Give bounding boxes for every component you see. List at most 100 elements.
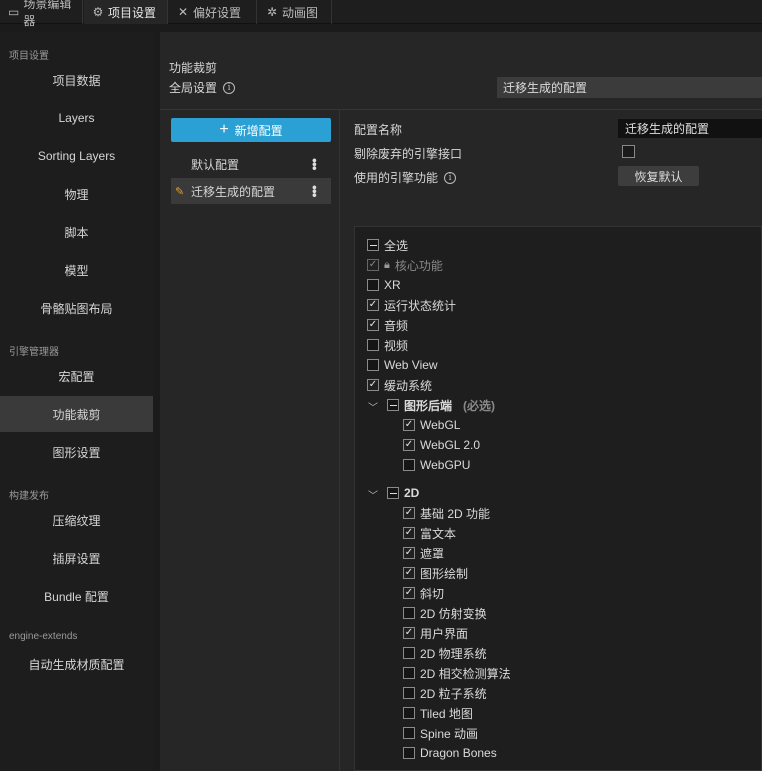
feature-physics-2d[interactable]: 2D 物理系统 bbox=[403, 645, 487, 661]
feature-particle-2d[interactable]: 2D 粒子系统 bbox=[403, 685, 487, 701]
feature-dragonbones[interactable]: Dragon Bones bbox=[403, 745, 497, 761]
global-config-select[interactable]: 迁移生成的配置 bbox=[497, 77, 762, 98]
checkbox-mixed[interactable] bbox=[387, 487, 399, 499]
required-tag: (必选) bbox=[463, 398, 496, 413]
chevron-down-icon[interactable]: ﹀ bbox=[368, 487, 378, 502]
checkbox-checked[interactable]: ✓ bbox=[367, 379, 379, 391]
checkbox[interactable] bbox=[403, 459, 415, 471]
sidebar-item-auto-material[interactable]: 自动生成材质配置 bbox=[0, 646, 153, 682]
feature-basic-2d[interactable]: ✓ 基础 2D 功能 bbox=[403, 505, 490, 521]
info-icon[interactable]: i bbox=[223, 81, 236, 94]
sidebar-item-texture-compress[interactable]: 压缩纹理 bbox=[0, 502, 153, 538]
sidebar-item-model[interactable]: 模型 bbox=[0, 252, 153, 288]
checkbox[interactable] bbox=[403, 647, 415, 659]
checkbox[interactable] bbox=[403, 707, 415, 719]
checkbox-checked[interactable]: ✓ bbox=[403, 547, 415, 559]
reset-default-button[interactable]: 恢复默认 bbox=[618, 166, 699, 186]
sidebar-item-macros[interactable]: 宏配置 bbox=[0, 358, 153, 394]
checkbox[interactable] bbox=[367, 359, 379, 371]
tab-bar: ▭ 场景编辑器 ⚙ 项目设置 ✕ 偏好设置 ✲ 动画图 bbox=[0, 0, 762, 28]
scene-editor-icon: ▭ bbox=[8, 5, 20, 19]
sidebar-item-splash[interactable]: 插屏设置 bbox=[0, 540, 153, 576]
more-vertical-icon[interactable]: ••• bbox=[307, 185, 323, 197]
info-icon[interactable]: i bbox=[444, 171, 457, 184]
feature-profiler[interactable]: ✓ 运行状态统计 bbox=[367, 297, 456, 313]
checkbox-checked[interactable]: ✓ bbox=[403, 587, 415, 599]
engine-features-text: 使用的引擎功能 bbox=[354, 171, 439, 185]
sidebar-item-project-data[interactable]: 项目数据 bbox=[0, 62, 153, 98]
tab-scene-editor[interactable]: ▭ 场景编辑器 bbox=[0, 0, 83, 28]
feature-video[interactable]: 视频 bbox=[367, 337, 408, 353]
feature-xr[interactable]: XR bbox=[367, 277, 401, 293]
feature-label: 用户界面 bbox=[420, 626, 469, 641]
sidebar-item-skeleton-layout[interactable]: 骨骼贴图布局 bbox=[0, 290, 153, 326]
feature-intersection-2d[interactable]: 2D 相交检测算法 bbox=[403, 665, 511, 681]
more-vertical-icon[interactable]: ••• bbox=[307, 158, 323, 170]
feature-richtext[interactable]: ✓ 富文本 bbox=[403, 525, 456, 541]
checkbox-checked[interactable]: ✓ bbox=[403, 627, 415, 639]
feature-tiled[interactable]: Tiled 地图 bbox=[403, 705, 473, 721]
feature-affine-2d[interactable]: 2D 仿射变换 bbox=[403, 605, 487, 621]
feature-audio[interactable]: ✓ 音频 bbox=[367, 317, 408, 333]
feature-label: WebGPU bbox=[420, 458, 471, 472]
chevron-down-icon[interactable]: ﹀ bbox=[368, 399, 378, 414]
checkbox[interactable] bbox=[403, 687, 415, 699]
feature-label: 基础 2D 功能 bbox=[420, 506, 491, 521]
feature-webgpu[interactable]: WebGPU bbox=[403, 457, 470, 473]
config-name-input[interactable]: 迁移生成的配置 bbox=[618, 119, 762, 138]
feature-spine[interactable]: Spine 动画 bbox=[403, 725, 478, 741]
checkbox-checked[interactable]: ✓ bbox=[367, 299, 379, 311]
config-item-default[interactable]: 默认配置 ••• bbox=[171, 151, 331, 177]
checkbox-checked[interactable]: ✓ bbox=[403, 507, 415, 519]
checkbox-checked[interactable]: ✓ bbox=[367, 319, 379, 331]
checkbox[interactable] bbox=[367, 339, 379, 351]
sidebar-item-graphics[interactable]: 图形设置 bbox=[0, 434, 153, 470]
deprecated-api-checkbox[interactable] bbox=[622, 145, 635, 158]
sidebar-item-feature-crop[interactable]: 功能裁剪 bbox=[0, 396, 153, 432]
feature-label: 2D 仿射变换 bbox=[420, 606, 487, 621]
sidebar-item-layers[interactable]: Layers bbox=[0, 100, 153, 136]
feature-webgl[interactable]: ✓ WebGL bbox=[403, 417, 460, 433]
tab-label: 偏好设置 bbox=[193, 5, 242, 20]
checkbox[interactable] bbox=[403, 607, 415, 619]
config-name-label: 配置名称 bbox=[354, 123, 403, 137]
sidebar-item-physics[interactable]: 物理 bbox=[0, 176, 153, 212]
feature-webview[interactable]: Web View bbox=[367, 357, 438, 373]
feature-label: 缓动系统 bbox=[384, 378, 433, 393]
config-list: + 新增配置 默认配置 ••• ✎ 迁移生成的配置 ••• bbox=[160, 110, 340, 771]
checkbox-checked[interactable]: ✓ bbox=[403, 419, 415, 431]
checkbox[interactable] bbox=[403, 667, 415, 679]
tab-preferences[interactable]: ✕ 偏好设置 bbox=[169, 0, 257, 24]
plus-icon: + bbox=[219, 121, 229, 138]
feature-webgl2[interactable]: ✓ WebGL 2.0 bbox=[403, 437, 480, 453]
sidebar-item-bundle[interactable]: Bundle 配置 bbox=[0, 578, 153, 614]
checkbox-mixed[interactable] bbox=[367, 239, 379, 251]
config-item-migrated[interactable]: ✎ 迁移生成的配置 ••• bbox=[171, 178, 331, 204]
sidebar-item-sorting-layers[interactable]: Sorting Layers bbox=[0, 138, 153, 174]
feature-group-graphics-backend[interactable]: 图形后端 (必选) bbox=[387, 397, 495, 413]
feature-label: 运行状态统计 bbox=[384, 298, 457, 313]
tab-label: 动画图 bbox=[282, 5, 319, 20]
tab-project-settings[interactable]: ⚙ 项目设置 bbox=[84, 0, 168, 24]
feature-ui[interactable]: ✓ 用户界面 bbox=[403, 625, 468, 641]
checkbox-checked[interactable]: ✓ bbox=[403, 527, 415, 539]
feature-label: 图形绘制 bbox=[420, 566, 469, 581]
checkbox[interactable] bbox=[403, 727, 415, 739]
checkbox-checked[interactable]: ✓ bbox=[403, 439, 415, 451]
add-config-button[interactable]: + 新增配置 bbox=[171, 118, 331, 142]
feature-group-2d[interactable]: 2D bbox=[387, 485, 419, 501]
checkbox-checked[interactable]: ✓ bbox=[403, 567, 415, 579]
sidebar-item-scripts[interactable]: 脚本 bbox=[0, 214, 153, 250]
feature-select-all[interactable]: 全选 bbox=[367, 237, 408, 253]
sidebar-section-project: 项目设置 bbox=[9, 51, 49, 62]
checkbox-mixed[interactable] bbox=[387, 399, 399, 411]
checkbox[interactable] bbox=[367, 279, 379, 291]
feature-graphics[interactable]: ✓ 图形绘制 bbox=[403, 565, 468, 581]
config-item-label: 迁移生成的配置 bbox=[191, 184, 276, 199]
feature-mask[interactable]: ✓ 遮罩 bbox=[403, 545, 444, 561]
checkbox[interactable] bbox=[403, 747, 415, 759]
tab-animation-graph[interactable]: ✲ 动画图 bbox=[258, 0, 332, 24]
feature-tween[interactable]: ✓ 缓动系统 bbox=[367, 377, 432, 393]
feature-sliced[interactable]: ✓ 斜切 bbox=[403, 585, 444, 601]
feature-label: 遮罩 bbox=[420, 546, 445, 561]
